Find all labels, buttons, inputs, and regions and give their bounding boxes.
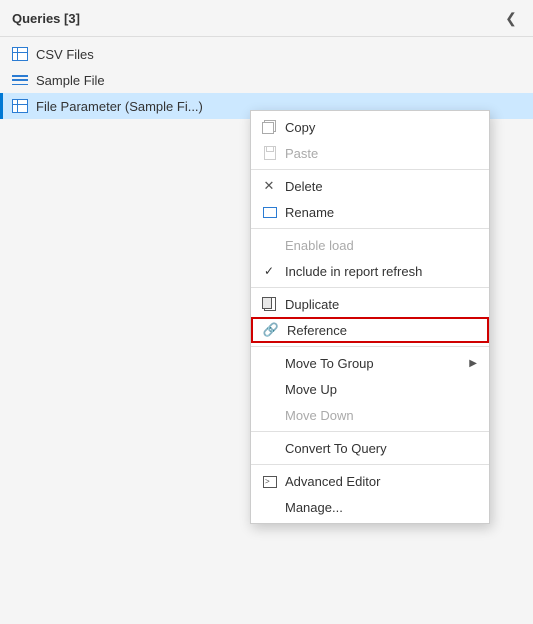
blank-icon-2	[261, 355, 277, 371]
reference-icon: 🔗	[263, 322, 279, 338]
rename-icon	[261, 204, 277, 220]
menu-item-include-report[interactable]: ✓ Include in report refresh	[251, 258, 489, 284]
menu-separator-3	[251, 287, 489, 288]
query-label: CSV Files	[36, 47, 94, 62]
menu-item-duplicate[interactable]: Duplicate	[251, 291, 489, 317]
blank-icon-4	[261, 407, 277, 423]
menu-label-move-up: Move Up	[285, 382, 477, 397]
submenu-arrow: ▶	[469, 358, 477, 369]
paste-icon	[261, 145, 277, 161]
menu-label-delete: Delete	[285, 179, 477, 194]
check-icon: ✓	[261, 263, 277, 279]
menu-item-copy[interactable]: Copy	[251, 114, 489, 140]
menu-label-paste: Paste	[285, 146, 477, 161]
blank-icon-6	[261, 499, 277, 515]
panel-title: Queries [3]	[12, 11, 80, 26]
menu-item-paste[interactable]: Paste	[251, 140, 489, 166]
menu-item-enable-load[interactable]: Enable load	[251, 232, 489, 258]
table-icon	[12, 46, 28, 62]
context-menu: Copy Paste ✕ Delete Rename Enable load ✓…	[250, 110, 490, 524]
query-item-csv-files[interactable]: CSV Files	[0, 41, 533, 67]
menu-item-advanced-editor[interactable]: Advanced Editor	[251, 468, 489, 494]
menu-item-delete[interactable]: ✕ Delete	[251, 173, 489, 199]
menu-item-move-to-group[interactable]: Move To Group ▶	[251, 350, 489, 376]
lines-icon	[12, 72, 28, 88]
menu-label-move-down: Move Down	[285, 408, 477, 423]
x-icon: ✕	[261, 178, 277, 194]
blank-icon	[261, 237, 277, 253]
query-item-sample-file[interactable]: Sample File	[0, 67, 533, 93]
menu-item-rename[interactable]: Rename	[251, 199, 489, 225]
sidebar-panel: Queries [3] ❮ CSV Files Sample File File…	[0, 0, 533, 624]
menu-separator-2	[251, 228, 489, 229]
menu-separator-5	[251, 431, 489, 432]
table-icon	[12, 98, 28, 114]
menu-label-include-report: Include in report refresh	[285, 264, 477, 279]
blank-icon-3	[261, 381, 277, 397]
blank-icon-5	[261, 440, 277, 456]
menu-label-enable-load: Enable load	[285, 238, 477, 253]
panel-header: Queries [3] ❮	[0, 0, 533, 37]
duplicate-icon	[261, 296, 277, 312]
menu-label-rename: Rename	[285, 205, 477, 220]
menu-separator-6	[251, 464, 489, 465]
menu-label-advanced-editor: Advanced Editor	[285, 474, 477, 489]
menu-item-manage[interactable]: Manage...	[251, 494, 489, 520]
menu-item-convert-to-query[interactable]: Convert To Query	[251, 435, 489, 461]
query-label: Sample File	[36, 73, 105, 88]
menu-label-duplicate: Duplicate	[285, 297, 477, 312]
menu-item-reference[interactable]: 🔗 Reference	[251, 317, 489, 343]
menu-separator-1	[251, 169, 489, 170]
advanced-editor-icon	[261, 473, 277, 489]
query-label: File Parameter (Sample Fi...)	[36, 99, 203, 114]
menu-separator-4	[251, 346, 489, 347]
menu-label-copy: Copy	[285, 120, 477, 135]
menu-label-reference: Reference	[287, 323, 477, 338]
copy-icon	[261, 119, 277, 135]
menu-item-move-up[interactable]: Move Up	[251, 376, 489, 402]
menu-label-move-to-group: Move To Group	[285, 356, 461, 371]
menu-label-manage: Manage...	[285, 500, 477, 515]
menu-item-move-down[interactable]: Move Down	[251, 402, 489, 428]
menu-label-convert-to-query: Convert To Query	[285, 441, 477, 456]
collapse-button[interactable]: ❮	[501, 8, 521, 28]
